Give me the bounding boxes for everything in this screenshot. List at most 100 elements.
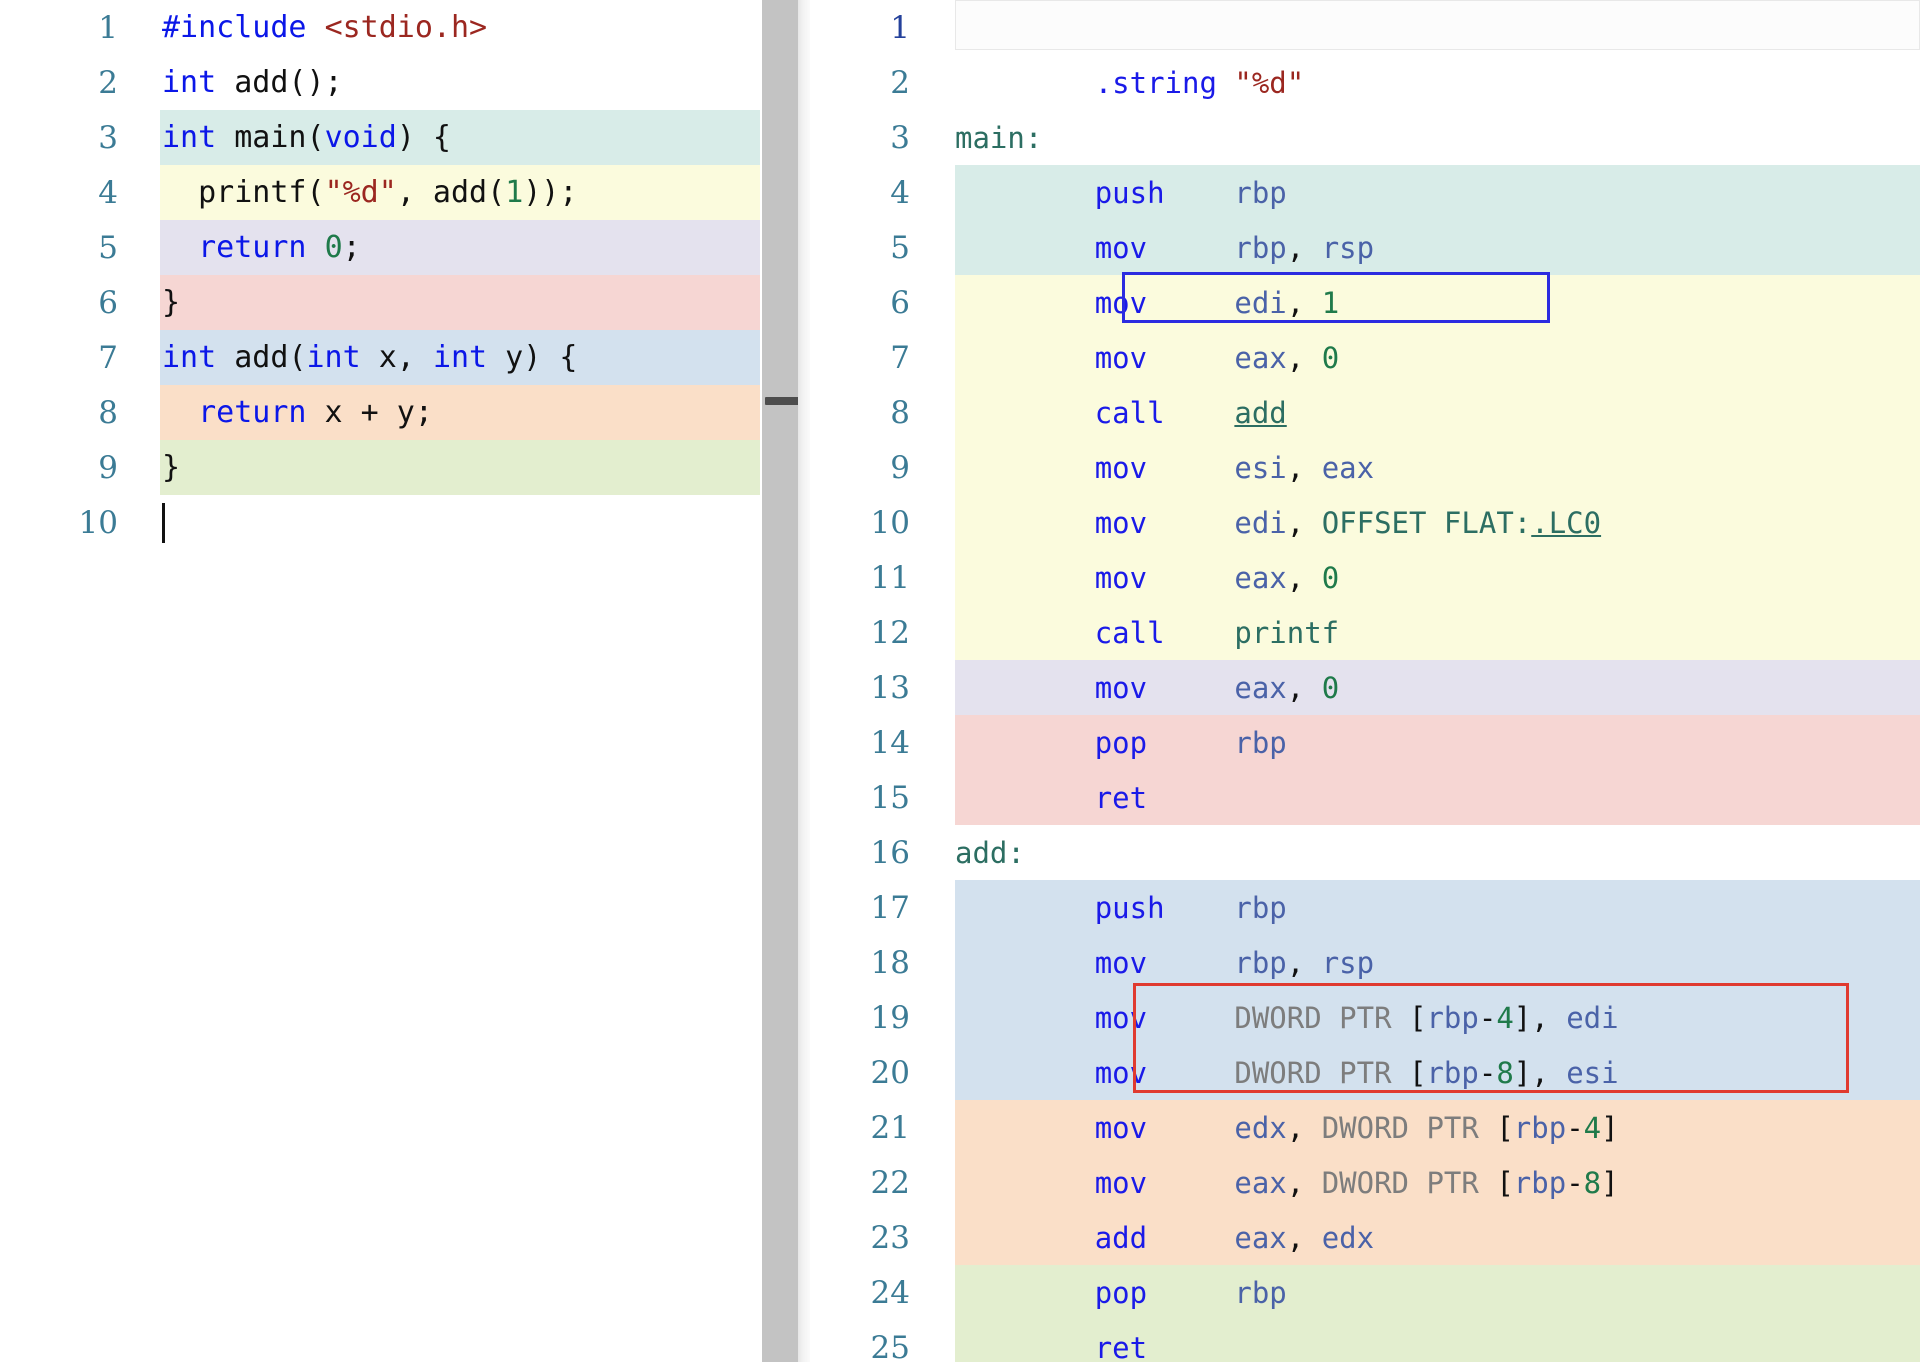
assembly-line-content[interactable]: add eax, edx (955, 1210, 1920, 1265)
assembly-line-content[interactable]: push rbp (955, 165, 1920, 220)
code-token: ret (1094, 1330, 1148, 1362)
assembly-line-content[interactable]: mov esi, eax (955, 440, 1920, 495)
source-line-content[interactable]: #include <stdio.h> (160, 0, 760, 55)
assembly-line-content[interactable]: main: (955, 110, 1920, 165)
code-token: eax (1234, 340, 1287, 375)
assembly-line-content[interactable]: mov edx, DWORD PTR [rbp -4] (955, 1100, 1920, 1155)
assembly-line[interactable]: 4 push rbp (810, 165, 1920, 220)
source-line[interactable]: 10 (0, 495, 760, 550)
assembly-line-content[interactable]: mov DWORD PTR [rbp -4], edi (955, 990, 1920, 1045)
assembly-line[interactable]: 9 mov esi, eax (810, 440, 1920, 495)
source-line-content[interactable]: } (160, 440, 760, 495)
assembly-line[interactable]: 5 mov rbp, rsp (810, 220, 1920, 275)
assembly-line[interactable]: 10 mov edi, OFFSET FLAT: .LC0 (810, 495, 1920, 550)
assembly-line-content[interactable]: call add (955, 385, 1920, 440)
source-line[interactable]: 2 int add(); (0, 55, 760, 110)
source-line[interactable]: 1 #include <stdio.h> (0, 0, 760, 55)
assembly-line[interactable]: 24 pop rbp (810, 1265, 1920, 1320)
code-token: "%d" (1234, 65, 1305, 100)
assembly-line-number: 18 (870, 944, 910, 981)
assembly-line-content[interactable]: .string "%d" (955, 55, 1920, 110)
assembly-line-content[interactable]: mov eax, 0 (955, 660, 1920, 715)
code-token: mov (1094, 1165, 1148, 1200)
source-line-content[interactable] (160, 495, 760, 550)
code-token: mov (1094, 505, 1148, 540)
code-token[interactable]: 1 (505, 175, 523, 210)
assembly-line-content[interactable]: mov eax, 0 (955, 330, 1920, 385)
source-line[interactable]: 8 return x + y; (0, 385, 760, 440)
assembly-line-content[interactable]: mov edi, 1 (955, 275, 1920, 330)
source-line-content[interactable]: printf("%d", add(1)); (160, 165, 760, 220)
assembly-line[interactable]: 1 .LC0: (810, 0, 1920, 55)
assembly-line[interactable]: 23 add eax, edx (810, 1210, 1920, 1265)
assembly-line[interactable]: 15 ret (810, 770, 1920, 825)
assembly-line-content[interactable]: pop rbp (955, 715, 1920, 770)
assembly-line[interactable]: 16 add: (810, 825, 1920, 880)
code-token[interactable]: 0 (325, 230, 343, 265)
assembly-line-content[interactable]: call printf (955, 605, 1920, 660)
code-token[interactable]: add (1234, 396, 1286, 430)
assembly-line-content[interactable]: mov eax, 0 (955, 550, 1920, 605)
assembly-line[interactable]: 21 mov edx, DWORD PTR [rbp -4] (810, 1100, 1920, 1155)
source-line[interactable]: 5 return 0; (0, 220, 760, 275)
assembly-line-content[interactable]: mov eax, DWORD PTR [rbp -8] (955, 1155, 1920, 1210)
assembly-line[interactable]: 3 main: (810, 110, 1920, 165)
assembly-line-content[interactable]: mov rbp, rsp (955, 935, 1920, 990)
assembly-line[interactable]: 22 mov eax, DWORD PTR [rbp -8] (810, 1155, 1920, 1210)
code-token: rbp (1234, 725, 1287, 760)
source-line-content[interactable]: return x + y; (160, 385, 760, 440)
assembly-line[interactable]: 25 ret (810, 1320, 1920, 1362)
source-line[interactable]: 6} (0, 275, 760, 330)
assembly-line[interactable]: 17 push rbp (810, 880, 1920, 935)
assembly-line[interactable]: 2 .string "%d" (810, 55, 1920, 110)
source-line[interactable]: 7 int add(int x, int y) { (0, 330, 760, 385)
pane-splitter[interactable] (760, 0, 810, 1362)
assembly-line[interactable]: 19 mov DWORD PTR [rbp -4], edi (810, 990, 1920, 1045)
assembly-line[interactable]: 8 call add (810, 385, 1920, 440)
assembly-output-pane[interactable]: 1 .LC0: 2 .string "%d" 3 main: 4 push rbp 5 mo… (810, 0, 1920, 1362)
assembly-line-content[interactable]: push rbp (955, 880, 1920, 935)
source-line[interactable]: 4 printf("%d", add(1)); (0, 165, 760, 220)
assembly-line[interactable]: 13 mov eax, 0 (810, 660, 1920, 715)
assembly-line[interactable]: 14 pop rbp (810, 715, 1920, 770)
source-line-content[interactable]: int add(int x, int y) { (160, 330, 760, 385)
assembly-line-content[interactable]: add: (955, 825, 1920, 880)
assembly-line-content[interactable]: ret (955, 1320, 1920, 1362)
assembly-line[interactable]: 20 mov DWORD PTR [rbp -8], esi (810, 1045, 1920, 1100)
source-line[interactable]: 3 int main(void) { (0, 110, 760, 165)
source-line-content[interactable]: int main(void) { (160, 110, 760, 165)
code-token[interactable]: .LC0 (1531, 506, 1601, 540)
source-line[interactable]: 9} (0, 440, 760, 495)
assembly-line[interactable]: 6 mov edi, 1 (810, 275, 1920, 330)
code-token: pop (1094, 1275, 1148, 1310)
source-line-content[interactable]: } (160, 275, 760, 330)
assembly-line[interactable]: 18 mov rbp, rsp (810, 935, 1920, 990)
assembly-line-list: 1 .LC0: 2 .string "%d" 3 main: 4 push rbp 5 mo… (810, 0, 1920, 1362)
assembly-line-number: 3 (890, 119, 910, 156)
assembly-line-content[interactable]: mov rbp, rsp (955, 220, 1920, 275)
assembly-line-content[interactable]: pop rbp (955, 1265, 1920, 1320)
code-token: , (1286, 230, 1305, 265)
code-token: 0 (1321, 560, 1340, 595)
assembly-line[interactable]: 11 mov eax, 0 (810, 550, 1920, 605)
assembly-line[interactable]: 7 mov eax, 0 (810, 330, 1920, 385)
code-token: , (1531, 1000, 1549, 1035)
splitter-drag-handle[interactable] (765, 397, 799, 405)
source-line-content[interactable]: return 0; (160, 220, 760, 275)
assembly-line-content[interactable]: mov edi, OFFSET FLAT: .LC0 (955, 495, 1920, 550)
source-code-editor[interactable]: 1 #include <stdio.h> 2 int add(); 3 int main(… (0, 0, 760, 1362)
code-token: [ (1409, 1000, 1427, 1035)
assembly-line-content[interactable]: mov DWORD PTR [rbp -8], esi (955, 1045, 1920, 1100)
code-token: , (1286, 560, 1305, 595)
assembly-line[interactable]: 12 call printf (810, 605, 1920, 660)
assembly-line-content[interactable]: ret (955, 770, 1920, 825)
source-line-content[interactable]: int add(); (160, 55, 760, 110)
assembly-line-content[interactable]: .LC0: (955, 0, 1920, 55)
splitter-track[interactable] (762, 0, 798, 1362)
